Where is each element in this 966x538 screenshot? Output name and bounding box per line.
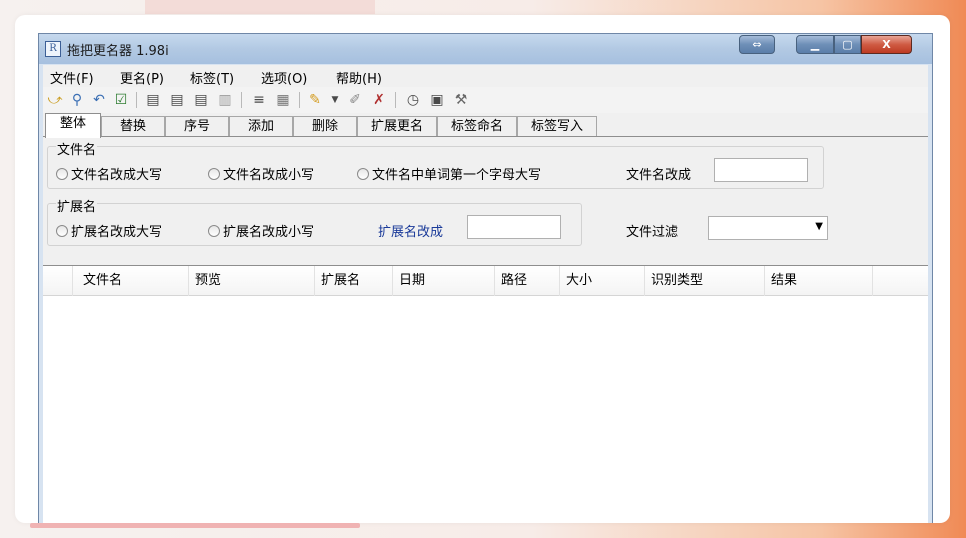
filename-group-label: 文件名 [56,139,98,158]
filename-group: 文件名 文件名改成大写 文件名改成小写 文件名中单词第一个字母大写 文件名改成 [47,139,824,189]
close-icon: X [882,38,891,51]
maximize-button[interactable]: ▢ [834,35,861,54]
checkbox-icon[interactable]: ☑ [111,90,131,110]
radio-button[interactable] [208,168,220,180]
option-label: 文件名改成大写 [71,168,163,183]
option-label: 文件名改成小写 [223,168,315,183]
file-filter-select[interactable]: ▼ [708,216,828,240]
window-title: 拖把更名器 1.98i [67,44,169,59]
filename-rename-input[interactable] [714,158,808,182]
background-accent-bottom [30,523,360,528]
column-header-size[interactable]: 大小 [560,266,645,296]
column-header-preview[interactable]: 预览 [189,266,315,296]
minimize-button[interactable]: ▁ [796,35,834,54]
title-bar[interactable]: R 拖把更名器 1.98i ⇔ ▁ ▢ X [39,34,932,64]
option-label: 扩展名改成大写 [71,225,163,240]
open-folder-icon[interactable]: ⤻ [45,90,65,110]
column-header-filename[interactable]: 文件名 [73,266,189,296]
radio-button[interactable] [208,225,220,237]
menu-tag[interactable]: 标签(T) [190,68,234,87]
column-header-blank [43,266,73,296]
delete-tag-icon[interactable]: ✗ [369,90,389,110]
radio-button[interactable] [357,168,369,180]
toolbar: ⤻ ⚲ ↶ ☑ ▤ ▤ ▤ ▥ ≡ ▦ ✎ ▼ ✐ ✗ ◷ ▣ ⚒ [43,87,928,113]
column-header-date[interactable]: 日期 [393,266,495,296]
menu-rename[interactable]: 更名(P) [120,68,164,87]
panel-icon[interactable]: ▣ [427,90,447,110]
menu-bar: 文件(F) 更名(P) 标签(T) 选项(O) 帮助(H) [43,65,928,87]
column-header-path[interactable]: 路径 [495,266,560,296]
background-accent-top [145,0,375,14]
extension-rename-label: 扩展名改成 [378,225,444,240]
extension-upper-option[interactable]: 扩展名改成大写 [56,221,162,240]
tab-strip: 整体 替换 序号 添加 删除 扩展更名 标签命名 标签写入 [43,113,928,138]
tab-tag-write[interactable]: 标签写入 [517,116,597,137]
properties-icon[interactable]: ▦ [273,90,293,110]
clock-icon[interactable]: ◷ [403,90,423,110]
tag-edit-icon-2[interactable]: ▤ [167,90,187,110]
app-icon: R [45,41,61,57]
maximize-icon: ▢ [842,38,853,51]
tab-add[interactable]: 添加 [229,116,293,137]
undo-icon[interactable]: ↶ [89,90,109,110]
chevron-down-icon: ▼ [815,221,823,232]
settings-tool-icon[interactable]: ⚒ [451,90,471,110]
column-header-result[interactable]: 结果 [765,266,873,296]
options-panel: 文件名 文件名改成大写 文件名改成小写 文件名中单词第一个字母大写 文件名改成 … [43,136,928,265]
option-label: 扩展名改成小写 [223,225,315,240]
column-header-type[interactable]: 识别类型 [645,266,765,296]
dropdown-arrow-icon[interactable]: ▼ [325,90,345,110]
toolbar-separator [136,92,137,108]
filename-capitalize-option[interactable]: 文件名中单词第一个字母大写 [357,164,541,183]
extension-rename-input[interactable] [467,215,561,239]
menu-options[interactable]: 选项(O) [261,68,307,87]
toolbar-separator [241,92,242,108]
file-list[interactable]: 文件名 预览 扩展名 日期 路径 大小 识别类型 结果 [43,265,928,523]
filename-lower-option[interactable]: 文件名改成小写 [208,164,314,183]
column-header-extension[interactable]: 扩展名 [315,266,393,296]
screenshot-card: R 拖把更名器 1.98i ⇔ ▁ ▢ X 文件(F) 更名(P) 标签(T) … [15,15,950,523]
tab-sequence[interactable]: 序号 [165,116,229,137]
extension-group-label: 扩展名 [56,196,98,215]
client-area: 文件(F) 更名(P) 标签(T) 选项(O) 帮助(H) ⤻ ⚲ ↶ ☑ ▤ … [43,65,928,523]
search-icon[interactable]: ⚲ [67,90,87,110]
option-label: 文件名中单词第一个字母大写 [372,168,542,183]
tag-edit-icon-4[interactable]: ▥ [215,90,235,110]
filename-upper-option[interactable]: 文件名改成大写 [56,164,162,183]
tab-overall[interactable]: 整体 [45,113,101,138]
eraser-icon[interactable]: ✐ [345,90,365,110]
radio-button[interactable] [56,225,68,237]
extension-lower-option[interactable]: 扩展名改成小写 [208,221,314,240]
tab-delete[interactable]: 删除 [293,116,357,137]
file-filter-label: 文件过滤 [626,225,679,240]
toolbar-separator [299,92,300,108]
menu-file[interactable]: 文件(F) [50,68,94,87]
extension-group: 扩展名 扩展名改成大写 扩展名改成小写 扩展名改成 [47,196,582,246]
radio-button[interactable] [56,168,68,180]
file-list-header: 文件名 预览 扩展名 日期 路径 大小 识别类型 结果 [43,266,928,296]
app-window: R 拖把更名器 1.98i ⇔ ▁ ▢ X 文件(F) 更名(P) 标签(T) … [38,33,933,523]
tab-replace[interactable]: 替换 [101,116,165,137]
tag-edit-icon-3[interactable]: ▤ [191,90,211,110]
tab-tag-naming[interactable]: 标签命名 [437,116,517,137]
toolbar-separator [395,92,396,108]
filename-rename-label: 文件名改成 [626,168,692,183]
brush-icon[interactable]: ✎ [305,90,325,110]
restore-icon: ⇔ [752,38,762,51]
menu-help[interactable]: 帮助(H) [336,68,382,87]
restore-button[interactable]: ⇔ [739,35,775,54]
list-icon[interactable]: ≡ [249,90,269,110]
close-button[interactable]: X [861,35,912,54]
tab-extension-rename[interactable]: 扩展更名 [357,116,437,137]
minimize-icon: ▁ [810,38,820,51]
tag-edit-icon-1[interactable]: ▤ [143,90,163,110]
